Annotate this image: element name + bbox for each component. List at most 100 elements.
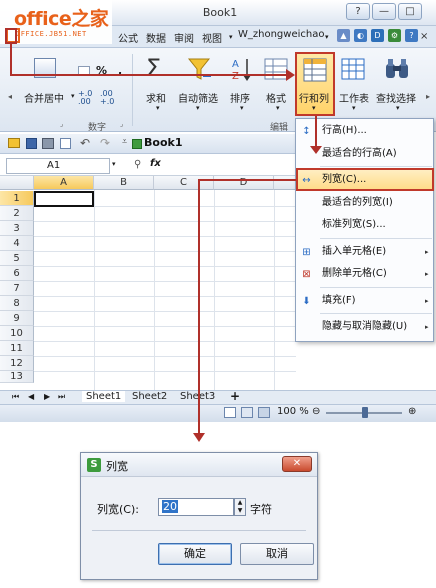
print-preview-icon[interactable]: [60, 138, 71, 149]
prev-sheet-icon[interactable]: ◀: [28, 392, 34, 401]
row-header[interactable]: 1: [0, 191, 34, 206]
format-icon[interactable]: [264, 58, 288, 80]
zoom-cell-icon[interactable]: ⚲: [134, 159, 141, 170]
minimize-button[interactable]: —: [372, 3, 396, 20]
sort-dropdown-icon[interactable]: ▾: [240, 104, 244, 112]
help-button[interactable]: ?: [346, 3, 370, 20]
skin-icon[interactable]: ◐: [354, 29, 367, 42]
name-box[interactable]: A1: [6, 158, 110, 174]
find-select-label[interactable]: 查找选择: [376, 90, 416, 105]
up-icon[interactable]: ▲: [337, 29, 350, 42]
worksheet-icon[interactable]: [341, 58, 365, 80]
help-icon[interactable]: ?: [405, 29, 418, 42]
menu-review[interactable]: 审阅: [174, 30, 194, 45]
cloud-icon[interactable]: D: [371, 29, 384, 42]
row-header[interactable]: 9: [0, 311, 34, 326]
row-header[interactable]: 3: [0, 221, 34, 236]
row-header[interactable]: 6: [0, 266, 34, 281]
row-header[interactable]: 2: [0, 206, 34, 221]
menu-formulas[interactable]: 公式: [118, 30, 138, 45]
menu-fill[interactable]: 填充(F): [296, 290, 433, 312]
decrease-decimal-button[interactable]: .00 +.0: [100, 90, 114, 106]
row-header[interactable]: 8: [0, 296, 34, 311]
binoculars-icon[interactable]: [384, 56, 410, 82]
row-header[interactable]: 4: [0, 236, 34, 251]
format-label[interactable]: 格式: [266, 90, 286, 105]
page-break-icon[interactable]: [258, 407, 270, 418]
namebox-dropdown-icon[interactable]: ▾: [112, 160, 116, 168]
menu-insert-cells[interactable]: 插入单元格(E): [296, 241, 433, 263]
ok-button[interactable]: 确定: [158, 543, 232, 565]
sum-dropdown-icon[interactable]: ▾: [156, 104, 160, 112]
width-spinner[interactable]: ▲ ▼: [234, 498, 246, 516]
sort-label[interactable]: 排序: [230, 90, 250, 105]
sheet-tab-1[interactable]: Sheet1: [82, 391, 126, 402]
filter-icon[interactable]: [186, 56, 212, 82]
worksheet-label[interactable]: 工作表: [339, 90, 369, 105]
row-header[interactable]: 7: [0, 281, 34, 296]
spreadsheet-grid[interactable]: [0, 176, 296, 390]
last-sheet-icon[interactable]: ⏭: [58, 392, 65, 402]
row-header[interactable]: 5: [0, 251, 34, 266]
align-launcher-icon[interactable]: ⌟: [60, 120, 63, 128]
sum-icon[interactable]: Σ: [146, 56, 161, 80]
column-width-input[interactable]: 20: [158, 498, 234, 516]
customize-toolbar-icon[interactable]: ⩡: [122, 137, 127, 147]
dialog-close-button[interactable]: ✕: [282, 456, 312, 472]
redo-icon[interactable]: ↷: [100, 136, 110, 150]
menu-overflow-icon[interactable]: ▾: [229, 33, 233, 41]
row-header[interactable]: 12: [0, 356, 34, 371]
menu-view[interactable]: 视图: [202, 30, 222, 45]
row-header[interactable]: 10: [0, 326, 34, 341]
user-dropdown-icon[interactable]: ▾: [325, 33, 329, 41]
user-name[interactable]: W_zhongweichao: [238, 29, 324, 40]
settings-icon[interactable]: ⚙: [388, 29, 401, 42]
menu-delete-cells[interactable]: 删除单元格(C): [296, 263, 433, 285]
menu-standard-width[interactable]: 标准列宽(S)...: [296, 214, 433, 236]
sum-label[interactable]: 求和: [146, 90, 166, 105]
maximize-button[interactable]: □: [398, 3, 422, 20]
save-icon[interactable]: [26, 138, 37, 149]
row-header[interactable]: 11: [0, 341, 34, 356]
row-header[interactable]: 13: [0, 371, 34, 383]
workbook-tab[interactable]: Book1: [144, 136, 182, 149]
menu-column-width[interactable]: 列宽(C)...: [296, 169, 433, 191]
print-icon[interactable]: [42, 138, 54, 149]
sort-icon[interactable]: A Z: [230, 56, 254, 82]
increase-decimal-button[interactable]: +.0 .00: [78, 90, 92, 106]
menu-autofit-column-width[interactable]: 最适合的列宽(I): [296, 192, 433, 214]
zoom-out-icon[interactable]: ⊖: [312, 406, 320, 417]
number-launcher-icon[interactable]: ⌟: [120, 120, 123, 128]
scroll-right-icon[interactable]: ▸: [426, 92, 430, 101]
zoom-in-icon[interactable]: ⊕: [408, 406, 416, 417]
column-header-b[interactable]: B: [94, 176, 154, 190]
autofilter-label[interactable]: 自动筛选: [178, 90, 218, 105]
open-folder-icon[interactable]: [8, 138, 20, 148]
worksheet-dropdown-icon[interactable]: ▾: [352, 104, 356, 112]
undo-icon[interactable]: ↶: [80, 136, 90, 150]
menu-data[interactable]: 数据: [146, 30, 166, 45]
close-doc-icon[interactable]: ×: [420, 31, 428, 42]
annotation-line: [10, 74, 288, 76]
add-sheet-icon[interactable]: +: [230, 389, 240, 403]
fx-icon[interactable]: fx: [150, 158, 161, 169]
merge-center-label[interactable]: 合并居中: [24, 90, 64, 105]
filter-dropdown-icon[interactable]: ▾: [196, 104, 200, 112]
merge-dropdown-icon[interactable]: ▾: [71, 92, 75, 100]
column-header-a[interactable]: A: [34, 176, 94, 190]
format-dropdown-icon[interactable]: ▾: [276, 104, 280, 112]
normal-view-icon[interactable]: [224, 407, 236, 418]
page-layout-icon[interactable]: [241, 407, 253, 418]
find-dropdown-icon[interactable]: ▾: [396, 104, 400, 112]
cancel-button[interactable]: 取消: [240, 543, 314, 565]
next-sheet-icon[interactable]: ▶: [44, 392, 50, 401]
zoom-slider-thumb[interactable]: [362, 407, 368, 418]
spin-down-icon[interactable]: ▼: [235, 507, 245, 515]
menu-hide-unhide[interactable]: 隐藏与取消隐藏(U): [296, 316, 433, 338]
select-all-corner[interactable]: [0, 176, 34, 190]
spin-up-icon[interactable]: ▲: [235, 499, 245, 507]
sheet-tab-2[interactable]: Sheet2: [132, 391, 167, 402]
scroll-left-icon[interactable]: ◂: [8, 92, 12, 101]
first-sheet-icon[interactable]: ⏮: [12, 392, 19, 402]
selected-cell-a1[interactable]: [34, 191, 94, 207]
